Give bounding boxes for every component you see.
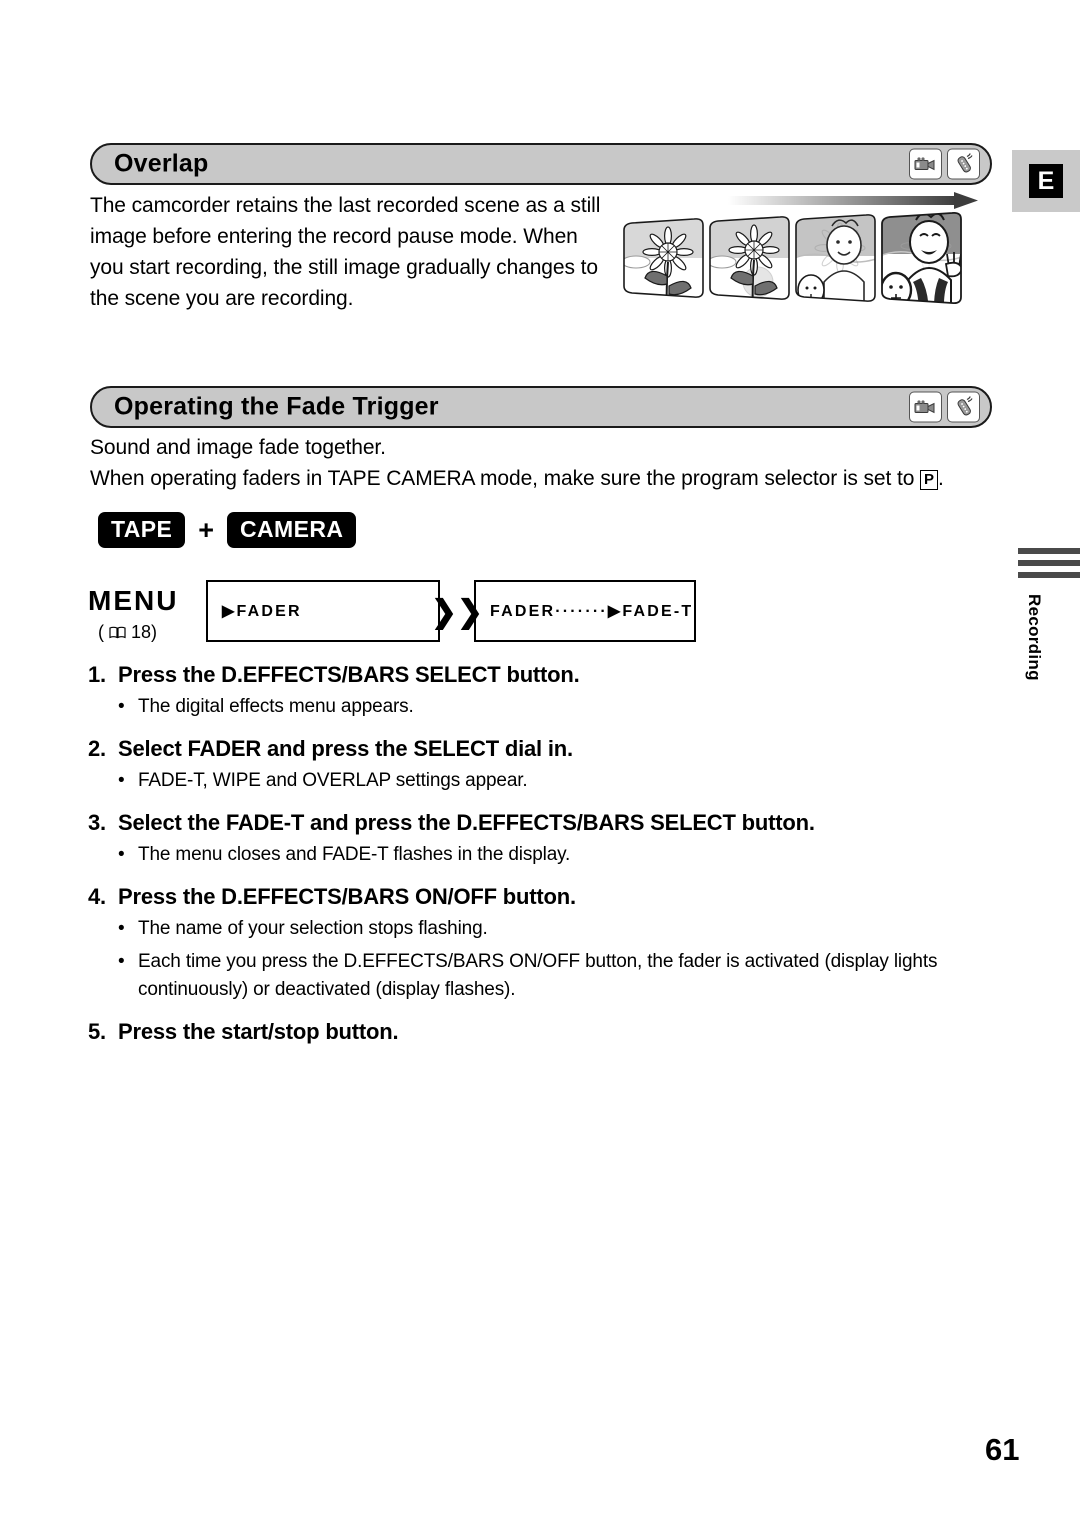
bullet-text: The digital effects menu appears. <box>138 696 414 717</box>
side-tab-bar <box>1018 560 1080 566</box>
section-title: Operating the Fade Trigger <box>114 392 439 421</box>
side-tab-label: Recording <box>1025 594 1044 681</box>
step-bullet: • The name of your selection stops flash… <box>118 915 994 943</box>
step-number: 1. <box>88 662 106 687</box>
step-heading: 4. Press the D.EFFECTS/BARS ON/OFF butto… <box>88 884 994 910</box>
step-bullet: • The menu closes and FADE-T flashes in … <box>118 841 994 869</box>
step-title: Press the start/stop button. <box>118 1019 399 1044</box>
page-number: 61 <box>985 1432 1020 1467</box>
section-title: Overlap <box>114 149 209 178</box>
section-header-fade-trigger: Operating the Fade Trigger <box>90 386 992 428</box>
camcorder-icon <box>909 148 942 180</box>
menu-navigation-row: MENU ( 18) ▶FADER ❯❯ FADER·······▶FADE-T <box>88 580 696 643</box>
bullet-icon: • <box>118 951 125 972</box>
step-heading: 3. Select the FADE-T and press the D.EFF… <box>88 810 994 836</box>
step-2: 2. Select FADER and press the SELECT dia… <box>88 736 994 795</box>
program-selector-symbol: P <box>920 470 938 490</box>
fade-trigger-line-2: When operating faders in TAPE CAMERA mod… <box>90 463 990 494</box>
step-heading: 1. Press the D.EFFECTS/BARS SELECT butto… <box>88 662 994 688</box>
step-number: 3. <box>88 810 106 835</box>
step-title: Press the D.EFFECTS/BARS SELECT button. <box>118 662 580 687</box>
menu-page-reference: ( 18) <box>98 622 158 642</box>
menu-step-arrow-icon: ❯❯ <box>431 593 483 629</box>
remote-control-icon <box>947 391 980 423</box>
step-bullet: • FADE-T, WIPE and OVERLAP settings appe… <box>118 767 994 795</box>
step-title: Select the FADE-T and press the D.EFFECT… <box>118 810 815 835</box>
bullet-icon: • <box>118 918 125 939</box>
fade-trigger-line-2-text: When operating faders in TAPE CAMERA mod… <box>90 467 921 490</box>
section-header-overlap: Overlap <box>90 143 992 185</box>
step-number: 2. <box>88 736 106 761</box>
overlap-body-text: The camcorder retains the last recorded … <box>90 194 601 310</box>
step-number: 5. <box>88 1019 106 1044</box>
book-icon <box>109 626 126 639</box>
overlap-illustration <box>618 190 990 340</box>
menu-box-fade-t[interactable]: FADER·······▶FADE-T <box>474 580 696 642</box>
step-heading: 5. Press the start/stop button. <box>88 1019 994 1045</box>
remote-control-icon <box>947 148 980 180</box>
menu-box-fader-text: ▶FADER <box>222 603 302 620</box>
menu-page-reference-number: 18 <box>131 622 152 642</box>
menu-box-fade-t-text: FADER·······▶FADE-T <box>490 603 694 620</box>
badge-plus-sign: + <box>198 514 215 545</box>
edge-tab-e: E <box>1012 150 1080 212</box>
camcorder-icon <box>909 391 942 423</box>
step-4: 4. Press the D.EFFECTS/BARS ON/OFF butto… <box>88 884 994 1004</box>
step-bullet: • Each time you press the D.EFFECTS/BARS… <box>118 948 994 1004</box>
fade-trigger-line-2-period: . <box>937 467 944 490</box>
bullet-text: The name of your selection stops flashin… <box>138 918 488 939</box>
step-3: 3. Select the FADE-T and press the D.EFF… <box>88 810 994 869</box>
side-tab-recording: Recording <box>1010 548 1080 681</box>
bullet-text: FADE-T, WIPE and OVERLAP settings appear… <box>138 770 528 791</box>
badge-tape: TAPE <box>98 512 186 548</box>
bullet-text: The menu closes and FADE-T flashes in th… <box>138 844 571 865</box>
section-icons <box>909 148 980 180</box>
step-title: Select FADER and press the SELECT dial i… <box>118 736 573 761</box>
step-bullet: • The digital effects menu appears. <box>118 693 994 721</box>
mode-badges: TAPE + CAMERA <box>98 512 357 548</box>
section-icons <box>909 391 980 423</box>
bullet-icon: • <box>118 770 125 791</box>
step-1: 1. Press the D.EFFECTS/BARS SELECT butto… <box>88 662 994 721</box>
bullet-text: Each time you press the D.EFFECTS/BARS O… <box>138 951 938 1000</box>
menu-label-group: MENU ( 18) <box>88 580 206 643</box>
side-tab-bar <box>1018 572 1080 578</box>
step-5: 5. Press the start/stop button. <box>88 1019 994 1045</box>
fade-trigger-line-1: Sound and image fade together. <box>90 436 386 459</box>
bullet-icon: • <box>118 696 125 717</box>
bullet-icon: • <box>118 844 125 865</box>
side-tab-bar <box>1018 548 1080 554</box>
edge-tab-letter: E <box>1029 164 1063 198</box>
badge-camera: CAMERA <box>227 512 357 548</box>
step-number: 4. <box>88 884 106 909</box>
menu-box-fader[interactable]: ▶FADER <box>206 580 440 642</box>
step-heading: 2. Select FADER and press the SELECT dia… <box>88 736 994 762</box>
instruction-steps: 1. Press the D.EFFECTS/BARS SELECT butto… <box>88 662 994 1045</box>
step-title: Press the D.EFFECTS/BARS ON/OFF button. <box>118 884 576 909</box>
menu-label: MENU <box>88 585 179 616</box>
side-tab-bars <box>1018 548 1080 578</box>
